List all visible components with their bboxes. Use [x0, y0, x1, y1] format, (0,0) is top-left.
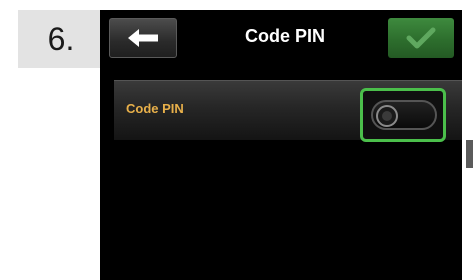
setting-row-code-pin[interactable]: Code PIN [114, 80, 462, 142]
step-number: 6. [47, 20, 75, 57]
setting-label: Code PIN [126, 101, 184, 116]
header-bar: Code PIN [100, 10, 462, 62]
back-button[interactable] [109, 18, 177, 58]
side-scroll-tab [466, 140, 473, 168]
toggle-highlight [360, 88, 446, 142]
step-indicator: 6. [18, 10, 100, 68]
confirm-button[interactable] [388, 18, 454, 58]
checkmark-icon [406, 27, 436, 49]
arrow-left-icon [128, 29, 158, 47]
page-title: Code PIN [244, 26, 325, 46]
toggle-knob[interactable] [376, 105, 398, 127]
device-screen: Code PIN Code PIN [100, 10, 462, 280]
code-pin-toggle[interactable] [371, 100, 437, 130]
